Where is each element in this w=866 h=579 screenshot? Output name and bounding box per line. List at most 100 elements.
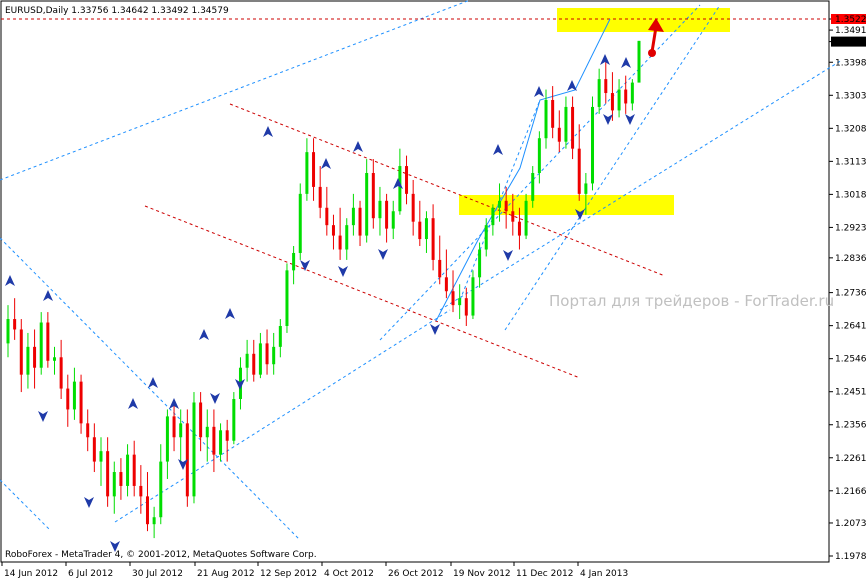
watermark: Портал для трейдеров - ForTrader.ru (549, 292, 834, 310)
candle-body (292, 252, 296, 271)
candle-body (13, 319, 17, 330)
candle-body (498, 200, 502, 208)
candle-body (245, 353, 249, 368)
price-tick-label: 1.35229 (835, 15, 866, 25)
candle-body (537, 138, 541, 173)
plot-area (0, 0, 830, 563)
candle-body (531, 172, 535, 201)
target-arrow-origin (648, 49, 656, 57)
candle-body (617, 89, 621, 111)
candle-body (252, 353, 256, 375)
date-tick: 30 Jul 2012 (129, 562, 183, 579)
price-tick: 1.32085 (829, 124, 866, 134)
candle-body (471, 277, 475, 316)
price-tick-label: 1.31135 (835, 157, 866, 167)
candle-body (212, 426, 216, 455)
candle-body (192, 402, 196, 497)
price-tick: 1.28360 (829, 254, 866, 264)
candle-body (66, 388, 70, 410)
candle-body (345, 225, 349, 250)
candle-body (464, 298, 468, 316)
candle-body (165, 416, 169, 462)
candle-body (145, 496, 149, 525)
price-tick-label: 1.34910 (835, 26, 866, 36)
candle-body (99, 451, 103, 462)
date-tick: 21 Aug 2012 (194, 562, 255, 579)
price-tick-label: 1.29235 (835, 223, 866, 233)
price-tick-label: 1.24510 (835, 388, 866, 398)
candle-body (46, 322, 50, 361)
price-tick-label: 1.27360 (835, 289, 866, 299)
candle-body (524, 200, 528, 236)
candle-body (610, 93, 614, 111)
candle-body (6, 319, 10, 344)
candle-body (438, 259, 442, 278)
candle-body (305, 152, 309, 194)
date-tick: 4 Jan 2013 (577, 562, 628, 579)
support-zone (459, 195, 674, 215)
price-tick-label: 1.32085 (835, 124, 866, 134)
candle-body (418, 221, 422, 240)
candle-body (371, 172, 375, 219)
price-tick: 1.33035 (829, 91, 866, 101)
candle-body (86, 423, 90, 438)
candle-body (325, 207, 329, 226)
candle-body (604, 79, 608, 94)
symbol-header: EURUSD,Daily 1.33756 1.34642 1.33492 1.3… (5, 6, 229, 16)
candle-body (365, 172, 369, 236)
candle-body (258, 343, 262, 375)
candle-body (478, 249, 482, 278)
price-tick: 1.26410 (829, 322, 866, 332)
price-tick-label: 1.19785 (835, 552, 866, 562)
candle-body (358, 207, 362, 236)
price-tick: 1.30185 (829, 190, 866, 200)
candle-body (444, 277, 448, 292)
candle-body (591, 106, 595, 184)
candle-body (491, 207, 495, 226)
price-tick: 1.19785 (829, 552, 866, 562)
candle-body (398, 166, 402, 212)
date-tick: 11 Dec 2012 (513, 562, 574, 579)
date-tick-label: 12 Sep 2012 (260, 569, 317, 579)
candle (185, 409, 189, 507)
price-tick-label: 1.23560 (835, 421, 866, 431)
candle (637, 40, 641, 83)
price-tick: 1.21660 (829, 487, 866, 497)
candle (591, 96, 595, 191)
candle-body (571, 106, 575, 149)
candle-body (126, 454, 130, 486)
date-tick: 26 Oct 2012 (385, 562, 444, 579)
candle-body (106, 451, 110, 497)
candle-body (338, 235, 342, 250)
date-tick-label: 14 Jun 2012 (4, 569, 58, 579)
candle-body (331, 225, 335, 236)
candle-body (298, 193, 302, 253)
price-tick-label: 1.21660 (835, 487, 866, 497)
candle-body (551, 99, 555, 128)
candle-body (411, 193, 415, 222)
date-tick-label: 19 Nov 2012 (453, 569, 511, 579)
candle-body (557, 127, 561, 142)
candle-body (624, 89, 628, 104)
candle-body (79, 381, 83, 424)
candle-body (511, 211, 515, 222)
candle-body (351, 207, 355, 226)
candle-body (391, 211, 395, 229)
date-tick-label: 4 Oct 2012 (324, 569, 374, 579)
date-tick-label: 21 Aug 2012 (197, 569, 255, 579)
candle-body (119, 472, 123, 486)
candle-body (458, 298, 462, 306)
candle (192, 392, 196, 504)
price-tick: 1.34579 (829, 36, 866, 48)
candle (298, 183, 302, 260)
date-tick-label: 11 Dec 2012 (516, 569, 574, 579)
price-chart: 1.352291.34910 1.34579 1.33985 1.33035 1.320… (0, 0, 866, 579)
candle-body (385, 200, 389, 229)
candle-body (152, 517, 156, 525)
price-tick: 1.33985 (829, 58, 866, 68)
date-tick: 6 Jul 2012 (65, 562, 113, 579)
date-tick-label: 4 Jan 2013 (580, 569, 628, 579)
candle-body (225, 430, 229, 441)
candle-body (272, 346, 276, 365)
date-tick-label: 30 Jul 2012 (132, 569, 183, 579)
